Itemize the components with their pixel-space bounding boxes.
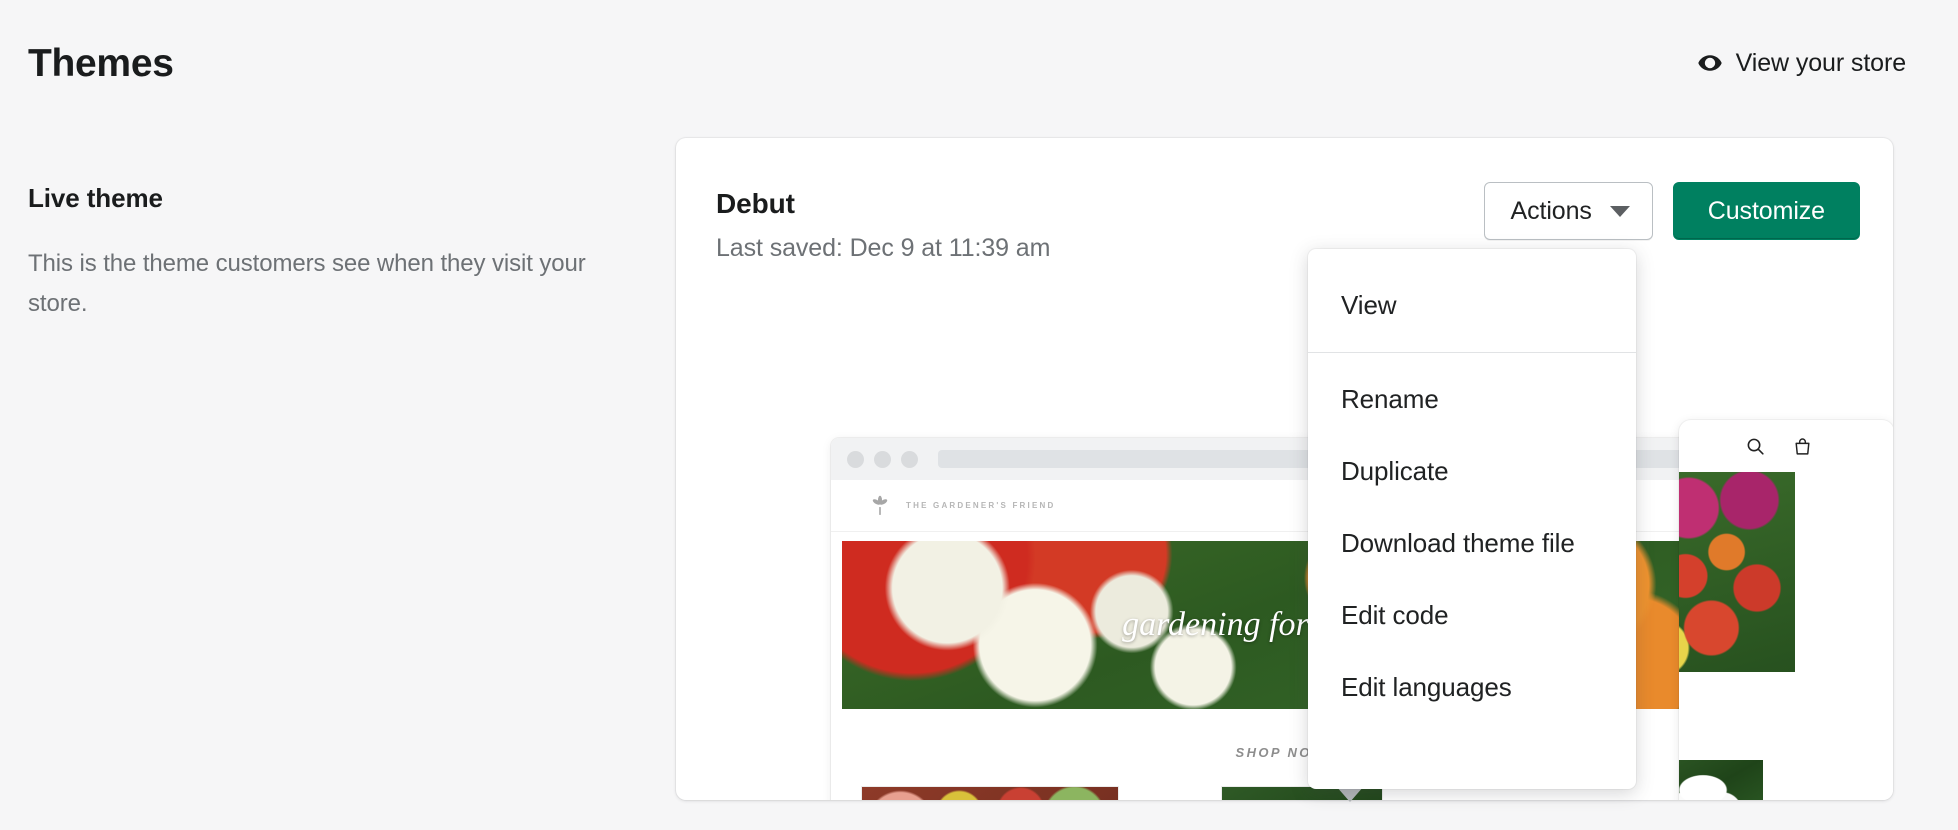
product-image — [861, 786, 1119, 800]
page-title: Themes — [28, 40, 174, 88]
menu-item-edit-languages[interactable]: Edit languages — [1308, 651, 1636, 723]
actions-button-label: Actions — [1511, 197, 1592, 226]
mobile-preview[interactable]: for e — [1679, 420, 1893, 800]
tomato-photo — [862, 787, 1118, 800]
theme-preview-area: THE GARDENER'S FRIEND gardening for ever… — [676, 258, 1893, 800]
menu-divider — [1308, 352, 1636, 353]
browser-dot-yellow — [874, 451, 891, 468]
browser-dot-green — [901, 451, 918, 468]
mobile-hero-banner: for e — [1679, 472, 1795, 672]
menu-item-download-theme-file[interactable]: Download theme file — [1308, 507, 1636, 579]
view-your-store-label: View your store — [1736, 48, 1906, 78]
menu-item-duplicate[interactable]: Duplicate — [1308, 435, 1636, 507]
actions-dropdown-menu: View Rename Duplicate Download theme fil… — [1308, 249, 1636, 789]
eye-icon — [1697, 50, 1723, 76]
themes-page: Themes View your store Live theme This i… — [0, 0, 1958, 830]
store-logo-icon — [868, 495, 892, 517]
shopping-bag-icon — [1792, 436, 1813, 457]
view-your-store-link[interactable]: View your store — [1697, 48, 1906, 78]
search-icon — [1745, 436, 1766, 457]
mobile-product-image — [1679, 760, 1763, 800]
live-theme-heading: Live theme — [28, 182, 628, 214]
mobile-hero-image — [1679, 472, 1795, 672]
theme-card-actions: Actions Customize — [1484, 182, 1861, 240]
page-header: Themes View your store — [0, 0, 1958, 112]
browser-dot-red — [847, 451, 864, 468]
store-logo-text: THE GARDENER'S FRIEND — [906, 501, 1055, 510]
theme-name: Debut — [716, 187, 795, 221]
live-theme-info-panel: Live theme This is the theme customers s… — [28, 182, 628, 324]
product-card[interactable]: Heirloom Tomato Variety Pack $0.00 SOLD … — [861, 786, 1119, 800]
theme-card-header: Debut Last saved: Dec 9 at 11:39 am Acti… — [676, 138, 1893, 258]
live-theme-card: Debut Last saved: Dec 9 at 11:39 am Acti… — [676, 138, 1893, 800]
customize-button[interactable]: Customize — [1673, 182, 1860, 240]
chevron-down-icon — [1610, 206, 1630, 217]
menu-item-rename[interactable]: Rename — [1308, 363, 1636, 435]
menu-item-view[interactable]: View — [1308, 269, 1636, 341]
live-theme-description: This is the theme customers see when the… — [28, 244, 598, 324]
menu-item-edit-code[interactable]: Edit code — [1308, 579, 1636, 651]
mobile-magnolia-photo — [1679, 760, 1763, 800]
mobile-preview-header — [1679, 420, 1893, 472]
actions-button[interactable]: Actions — [1484, 182, 1653, 240]
